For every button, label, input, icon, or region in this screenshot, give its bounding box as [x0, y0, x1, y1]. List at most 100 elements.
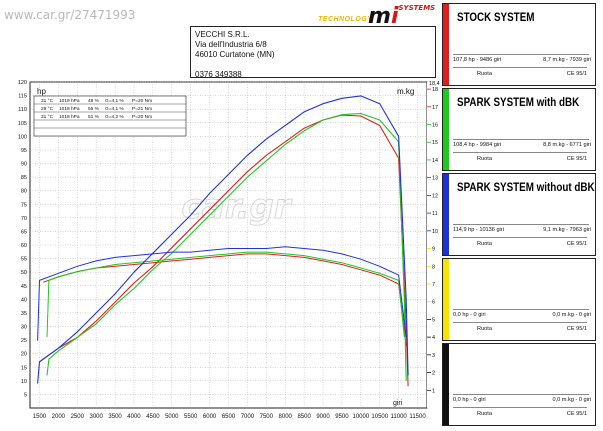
y-right-tick-label: 17 — [432, 105, 438, 111]
x-tick-label: 4000 — [127, 414, 141, 420]
conditions-cell: G=4,1 % — [105, 98, 125, 104]
y-left-tick-label: 60 — [21, 243, 27, 249]
y-left-tick-label: 15 — [21, 365, 27, 371]
legend-panel: SPARK SYSTEM with dBK 108,4 hp - 9984 gir… — [442, 88, 596, 171]
y-right-tick-label: 6 — [432, 300, 435, 306]
x-tick-label: 5500 — [184, 414, 198, 420]
y-right-tick-label: 18 — [432, 87, 438, 93]
y-right-tick-label: 13 — [432, 176, 438, 182]
x-tick-label: 8500 — [297, 414, 311, 420]
address-line: VECCHI S.R.L. — [195, 30, 250, 39]
legend-values: 0,0 hp - 0 giri 0,0 m.kg - 0 giri — [453, 397, 591, 403]
legend-values: 108,4 hp - 9984 giri 8,8 m.kg - 6771 giri — [453, 142, 591, 148]
y-right-axis-label: m.kg — [397, 87, 414, 96]
legend-divider — [453, 309, 589, 310]
legend-footer: Ruota CE 95/1 — [453, 67, 587, 77]
legend-values: 114,9 hp - 10136 giri 9,1 m.kg - 7963 gir… — [453, 227, 591, 233]
legend-footer: Ruota CE 95/1 — [453, 152, 587, 162]
x-tick-label: 10500 — [371, 414, 388, 420]
legend-torque-value: 9,1 m.kg - 7963 giri — [543, 227, 591, 233]
y-right-tick-label: 2 — [432, 371, 435, 377]
y-right-tick-label: 12 — [432, 193, 438, 199]
y-right-tick-label: 1 — [432, 388, 435, 394]
legend-values: 107,8 hp - 9486 giri 8,7 m.kg - 7939 giri — [453, 57, 591, 63]
x-tick-label: 11500 — [409, 414, 426, 420]
y-left-axis-label: hp — [37, 87, 46, 96]
legend-title: SPARK SYSTEM with dBK — [457, 95, 580, 109]
y-right-tick-label: 7 — [432, 282, 435, 288]
conditions-cell: 29 °C — [41, 106, 54, 112]
conditions-cell: P=20 Nm — [132, 114, 152, 120]
y-right-top-label: 18,4 — [429, 81, 440, 87]
x-tick-label: 8000 — [279, 414, 293, 420]
legend-power-value: 108,4 hp - 9984 giri — [453, 142, 502, 148]
conditions-cell: 1018 hPa — [59, 106, 80, 112]
legend-power-value: 107,8 hp - 9486 giri — [453, 57, 502, 63]
legend-panel: STOCK SYSTEM 107,8 hp - 9486 giri 8,7 m.kg… — [442, 3, 596, 86]
legend-torque-value: 0,0 m.kg - 0 giri — [552, 312, 591, 318]
legend-panel: SPARK SYSTEM without dBK 114,9 hp - 10136… — [442, 173, 596, 256]
y-right-tick-label: 4 — [432, 335, 435, 341]
y-left-tick-label: 50 — [21, 270, 27, 276]
y-right-tick-label: 15 — [432, 140, 438, 146]
y-left-tick-label: 80 — [21, 189, 27, 195]
legend-color-stripe — [443, 4, 449, 85]
watermark-text: www.car.gr/27471993 — [4, 8, 136, 22]
y-left-tick-label: 95 — [21, 148, 27, 154]
y-left-tick-label: 20 — [21, 352, 27, 358]
legend-divider — [453, 224, 589, 225]
legend-color-stripe — [443, 89, 449, 170]
y-right-tick-label: 14 — [432, 158, 438, 164]
legend-foot-right: CE 95/1 — [566, 326, 587, 332]
conditions-cell: P=21 Nm — [132, 106, 152, 112]
x-tick-label: 4500 — [146, 414, 160, 420]
legend-torque-value: 8,8 m.kg - 6771 giri — [543, 142, 591, 148]
conditions-cell: G=4,2 % — [105, 114, 125, 120]
y-right-tick-label: 10 — [432, 229, 438, 235]
y-left-tick-label: 35 — [21, 311, 27, 317]
conditions-cell: 1018 hPa — [59, 114, 80, 120]
address-line: 46010 Curtatone (MN) — [195, 50, 275, 59]
legend-color-stripe — [443, 344, 449, 425]
y-right-tick-label: 8 — [432, 264, 435, 270]
conditions-cell: 31 °C — [41, 98, 54, 104]
y-right-tick-label: 3 — [432, 353, 435, 359]
y-right-tick-label: 11 — [432, 211, 438, 217]
x-axis-label: giri — [393, 400, 403, 407]
y-left-tick-label: 25 — [21, 338, 27, 344]
legend-title: SPARK SYSTEM without dBK — [457, 180, 595, 194]
x-tick-label: 11000 — [391, 414, 408, 420]
y-left-tick-label: 65 — [21, 229, 27, 235]
legend-power-value: 0,0 hp - 0 giri — [453, 312, 486, 318]
x-tick-label: 5000 — [165, 414, 179, 420]
y-left-tick-label: 105 — [18, 121, 27, 127]
y-left-tick-label: 100 — [18, 134, 27, 140]
x-tick-label: 2500 — [71, 414, 85, 420]
y-right-tick-label: 16 — [432, 123, 438, 129]
legend-torque-value: 8,7 m.kg - 7939 giri — [543, 57, 591, 63]
conditions-cell: 48 % — [88, 98, 100, 104]
conditions-cell: 31 °C — [41, 114, 54, 120]
legend-power-value: 114,9 hp - 10136 giri — [453, 227, 504, 233]
x-tick-label: 6500 — [222, 414, 236, 420]
y-left-tick-label: 55 — [21, 257, 27, 263]
conditions-cell: 55 % — [88, 106, 100, 112]
legend-foot-left: Ruota — [477, 326, 492, 332]
legend-foot-right: CE 95/1 — [566, 156, 587, 162]
conditions-cell: P=20 Nm — [132, 98, 152, 104]
legend-foot-left: Ruota — [477, 241, 492, 247]
y-left-tick-label: 90 — [21, 162, 27, 168]
legend-panel: 0,0 hp - 0 giri 0,0 m.kg - 0 giri Ruota CE … — [442, 258, 596, 341]
legend-foot-right: CE 95/1 — [566, 241, 587, 247]
address-line — [195, 60, 431, 70]
address-box: VECCHI S.R.L. Via dell'Industria 6/8 460… — [190, 26, 436, 79]
y-right-tick-label: 9 — [432, 247, 435, 253]
y-left-tick-label: 30 — [21, 325, 27, 331]
y-left-tick-label: 45 — [21, 284, 27, 290]
x-tick-label: 2000 — [52, 414, 66, 420]
legend-power-value: 0,0 hp - 0 giri — [453, 397, 486, 403]
conditions-cell: 1019 hPa — [59, 98, 80, 104]
y-left-tick-label: 40 — [21, 297, 27, 303]
conditions-cell: G=4,1 % — [105, 106, 125, 112]
legend-foot-right: CE 95/1 — [566, 71, 587, 77]
